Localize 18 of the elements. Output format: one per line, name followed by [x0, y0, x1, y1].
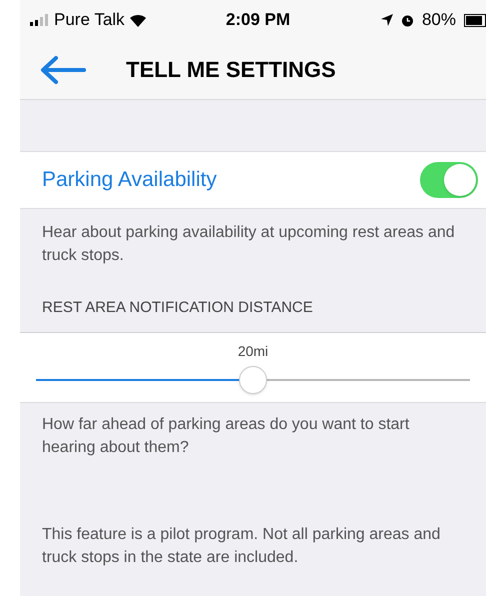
battery-icon: [464, 14, 486, 26]
section-header: REST AREA NOTIFICATION DISTANCE: [42, 298, 314, 318]
status-time: 2:09 PM: [226, 9, 290, 32]
parking-toggle[interactable]: [420, 162, 478, 198]
toggle-description: Hear about parking availability at upcoming rest areas and truck stops.: [42, 223, 456, 266]
battery-percent: 80%: [422, 9, 456, 32]
location-arrow-icon: [380, 14, 393, 26]
slider-reading: 20mi: [238, 342, 268, 360]
toggle-label: Parking Availability: [42, 167, 217, 194]
page-title: TELL ME SETTINGS: [126, 56, 336, 84]
footnote: This feature is a pilot program. Not all parking areas and truck stops in the state are included.: [42, 524, 442, 568]
alarm-clock-icon: [400, 14, 414, 26]
distance-slider[interactable]: [36, 366, 470, 394]
carrier-name: Pure Talk: [54, 9, 125, 32]
signal-icon: [30, 14, 50, 26]
slider-description: How far ahead of parking areas do you want to start hearing about them?: [42, 414, 410, 458]
back-arrow-icon: [40, 54, 86, 84]
wifi-icon: [128, 13, 147, 27]
